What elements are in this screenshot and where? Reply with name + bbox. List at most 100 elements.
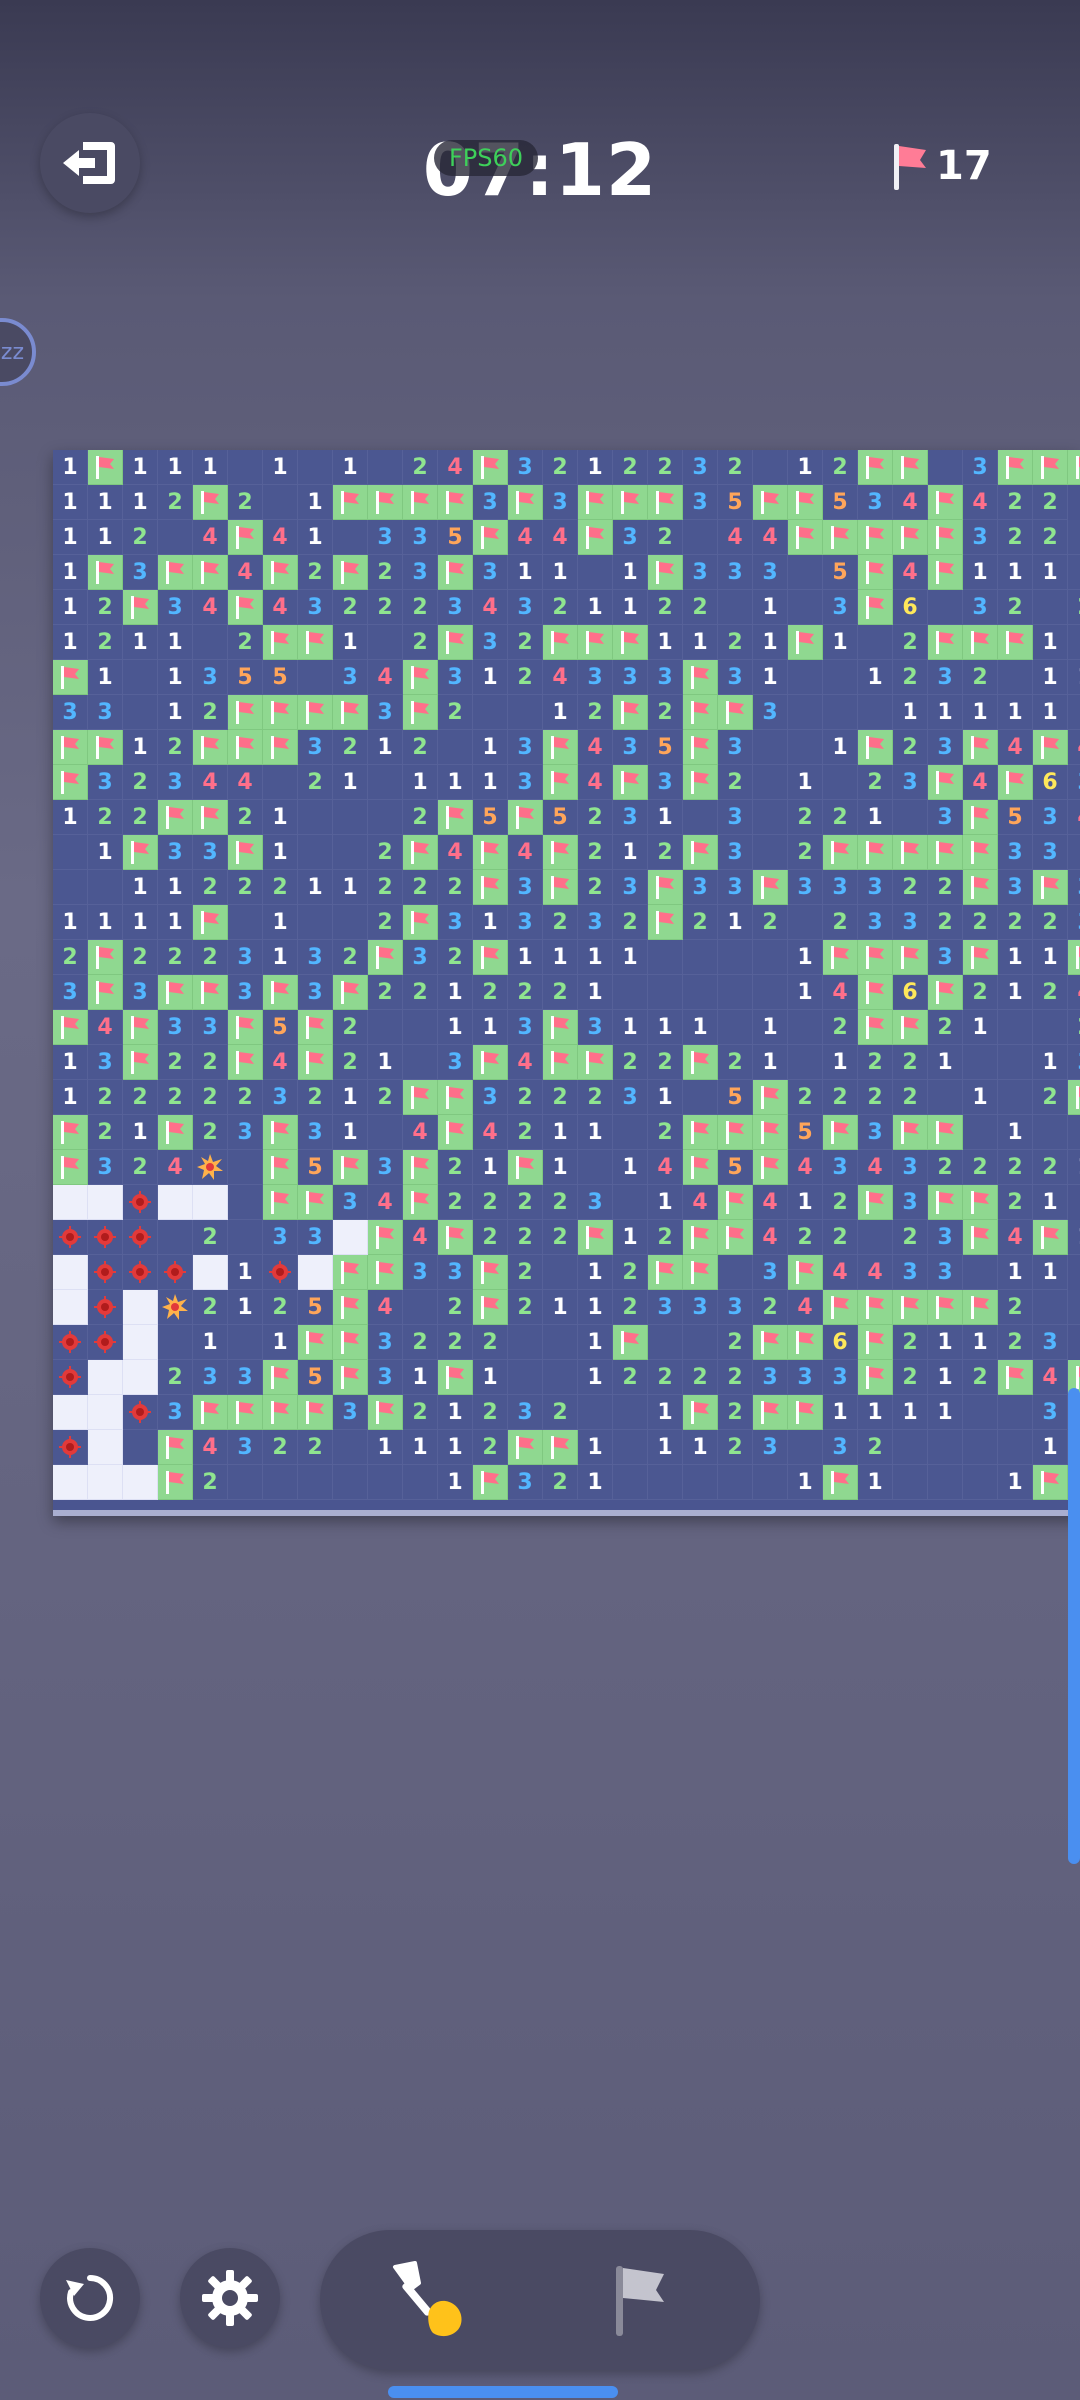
number-cell[interactable]: 2 [508,1185,543,1220]
empty-cell[interactable] [333,1465,368,1500]
number-cell[interactable]: 3 [928,660,963,695]
number-cell[interactable]: 1 [263,1325,298,1360]
number-cell[interactable]: 3 [228,940,263,975]
number-cell[interactable]: 2 [823,1080,858,1115]
number-cell[interactable]: 2 [543,975,578,1010]
flagged-cell[interactable] [858,520,893,555]
number-cell[interactable]: 3 [683,450,718,485]
number-cell[interactable]: 1 [578,1430,613,1465]
empty-cell[interactable] [718,1465,753,1500]
number-cell[interactable]: 2 [1033,905,1068,940]
number-cell[interactable]: 1 [788,765,823,800]
number-cell[interactable]: 1 [1068,1220,1080,1255]
number-cell[interactable]: 1 [438,1465,473,1500]
number-cell[interactable]: 1 [963,1080,998,1115]
number-cell[interactable]: 2 [193,1220,228,1255]
number-cell[interactable]: 3 [718,835,753,870]
number-cell[interactable]: 2 [403,975,438,1010]
flagged-cell[interactable] [88,940,123,975]
number-cell[interactable]: 2 [438,695,473,730]
flagged-cell[interactable] [53,1115,88,1150]
sleep-toggle[interactable]: zz [0,318,36,386]
number-cell[interactable]: 3 [298,730,333,765]
flagged-cell[interactable] [998,625,1033,660]
number-cell[interactable]: 1 [158,905,193,940]
number-cell[interactable]: 1 [158,660,193,695]
flagged-cell[interactable] [228,520,263,555]
flagged-cell[interactable] [683,1395,718,1430]
number-cell[interactable]: 2 [718,1395,753,1430]
number-cell[interactable]: 3 [998,835,1033,870]
number-cell[interactable]: 2 [88,1080,123,1115]
number-cell[interactable]: 2 [1033,1150,1068,1185]
number-cell[interactable]: 5 [543,800,578,835]
number-cell[interactable]: 1 [578,1325,613,1360]
number-cell[interactable]: 2 [718,450,753,485]
flagged-cell[interactable] [193,1395,228,1430]
number-cell[interactable]: 1 [53,1080,88,1115]
number-cell[interactable]: 1 [368,730,403,765]
number-cell[interactable]: 1 [473,905,508,940]
number-cell[interactable]: 6 [1033,765,1068,800]
mine-cell[interactable] [123,1395,158,1430]
number-cell[interactable]: 1 [578,1465,613,1500]
number-cell[interactable]: 2 [53,940,88,975]
empty-cell[interactable] [753,975,788,1010]
number-cell[interactable]: 2 [228,625,263,660]
number-cell[interactable]: 1 [53,485,88,520]
flagged-cell[interactable] [53,730,88,765]
number-cell[interactable]: 1 [368,1045,403,1080]
flagged-cell[interactable] [158,1465,193,1500]
number-cell[interactable]: 1 [648,1395,683,1430]
number-cell[interactable]: 3 [1033,1325,1068,1360]
empty-cell[interactable] [858,695,893,730]
number-cell[interactable]: 1 [788,450,823,485]
number-cell[interactable]: 2 [683,905,718,940]
number-cell[interactable]: 2 [333,1010,368,1045]
empty-cell[interactable] [963,1395,998,1430]
flagged-cell[interactable] [1068,1080,1080,1115]
number-cell[interactable]: 2 [648,1360,683,1395]
number-cell[interactable]: 3 [683,555,718,590]
number-cell[interactable]: 2 [403,1395,438,1430]
number-cell[interactable]: 4 [1033,1360,1068,1395]
number-cell[interactable]: 3 [193,660,228,695]
flagged-cell[interactable] [858,1325,893,1360]
number-cell[interactable]: 1 [1068,1150,1080,1185]
flagged-cell[interactable] [963,730,998,765]
number-cell[interactable]: 2 [228,800,263,835]
number-cell[interactable]: 3 [53,975,88,1010]
flagged-cell[interactable] [858,450,893,485]
flagged-cell[interactable] [928,520,963,555]
number-cell[interactable]: 3 [53,695,88,730]
number-cell[interactable]: 2 [298,765,333,800]
empty-cell[interactable] [228,1325,263,1360]
flagged-cell[interactable] [648,1255,683,1290]
number-cell[interactable]: 3 [928,1255,963,1290]
number-cell[interactable]: 3 [683,1290,718,1325]
number-cell[interactable]: 1 [333,870,368,905]
flagged-cell[interactable] [403,485,438,520]
flagged-cell[interactable] [648,905,683,940]
empty-cell[interactable] [753,730,788,765]
number-cell[interactable]: 2 [508,1115,543,1150]
number-cell[interactable]: 1 [438,1430,473,1465]
number-cell[interactable]: 1 [823,1395,858,1430]
number-cell[interactable]: 2 [438,940,473,975]
empty-cell[interactable] [613,1185,648,1220]
mine-cell[interactable] [53,1430,88,1465]
empty-cell[interactable] [368,1465,403,1500]
number-cell[interactable]: 2 [823,1185,858,1220]
flagged-cell[interactable] [438,800,473,835]
flagged-cell[interactable] [578,625,613,660]
flagged-cell[interactable] [928,485,963,520]
number-cell[interactable]: 2 [578,695,613,730]
empty-cell[interactable] [1068,1115,1080,1150]
empty-cell[interactable] [228,450,263,485]
number-cell[interactable]: 1 [718,905,753,940]
empty-cell[interactable] [613,1430,648,1465]
flagged-cell[interactable] [193,800,228,835]
number-cell[interactable]: 3 [683,870,718,905]
flagged-cell[interactable] [368,940,403,975]
flagged-cell[interactable] [228,835,263,870]
